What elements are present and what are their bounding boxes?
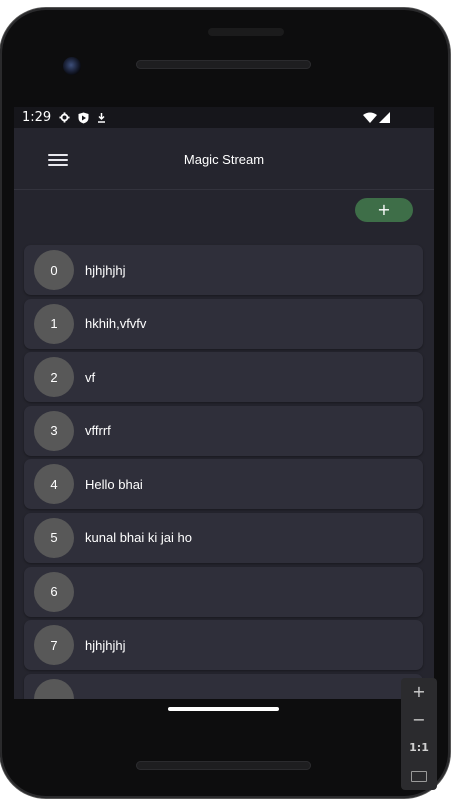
item-title: hjhjhjhj [85,637,126,653]
list-item[interactable]: 6 [24,566,423,617]
emulator-zoom-panel: + − 1:1 [401,678,437,790]
item-title: vffrrf [85,423,111,439]
list-item[interactable]: 3 vffrrf [24,405,423,456]
index-avatar: 2 [34,357,74,398]
item-title: hjhjhjhj [85,262,126,278]
index-avatar: 5 [34,517,74,558]
list-item[interactable]: 4 Hello bhai [24,459,423,510]
app-screen: 1:29 Magic Stream + 0 hjhjhjhj 1 hkhih,v… [14,107,434,699]
bottom-speaker [136,761,311,770]
list-item[interactable]: 7 hjhjhjhj [24,620,423,671]
cell-signal-icon [379,112,390,123]
index-avatar: 1 [34,303,74,344]
status-time: 1:29 [22,110,52,125]
index-avatar: 3 [34,410,74,451]
index-avatar: 7 [34,625,74,666]
index-avatar [34,678,74,699]
item-title: kunal bhai ki jai ho [85,530,192,546]
list-item[interactable]: 0 hjhjhjhj [24,245,423,295]
zoom-out-button[interactable]: − [401,706,437,734]
top-slot [208,28,284,36]
index-avatar: 6 [34,571,74,612]
add-button[interactable]: + [355,198,413,222]
fit-screen-button[interactable] [401,762,437,790]
item-title: vf [85,369,96,385]
home-indicator[interactable] [168,707,279,711]
index-avatar: 4 [34,464,74,505]
list-item[interactable]: 5 kunal bhai ki jai ho [24,512,423,563]
shield-play-icon [78,112,89,123]
list-item[interactable] [24,673,423,699]
page-title: Magic Stream [183,152,265,167]
download-icon [98,113,106,123]
zoom-in-button[interactable]: + [401,678,437,706]
list-item[interactable]: 1 hkhih,vfvfv [24,298,423,349]
app-bar: Magic Stream [14,128,434,190]
wifi-icon [363,112,377,123]
earpiece-speaker [136,60,311,69]
fit-screen-icon [411,771,427,782]
status-bar: 1:29 [14,107,434,128]
list-item[interactable]: 2 vf [24,352,423,403]
item-title: hkhih,vfvfv [85,316,147,332]
item-title: Hello bhai [85,476,143,492]
stream-list: 0 hjhjhjhj 1 hkhih,vfvfv 2 vf 3 vffrrf 4… [24,245,423,699]
gear-icon [59,112,70,123]
front-camera [63,57,81,75]
one-to-one-button[interactable]: 1:1 [401,734,437,762]
device-frame: 1:29 Magic Stream + 0 hjhjhjhj 1 hkhih,v… [0,8,450,798]
index-avatar: 0 [34,250,74,290]
